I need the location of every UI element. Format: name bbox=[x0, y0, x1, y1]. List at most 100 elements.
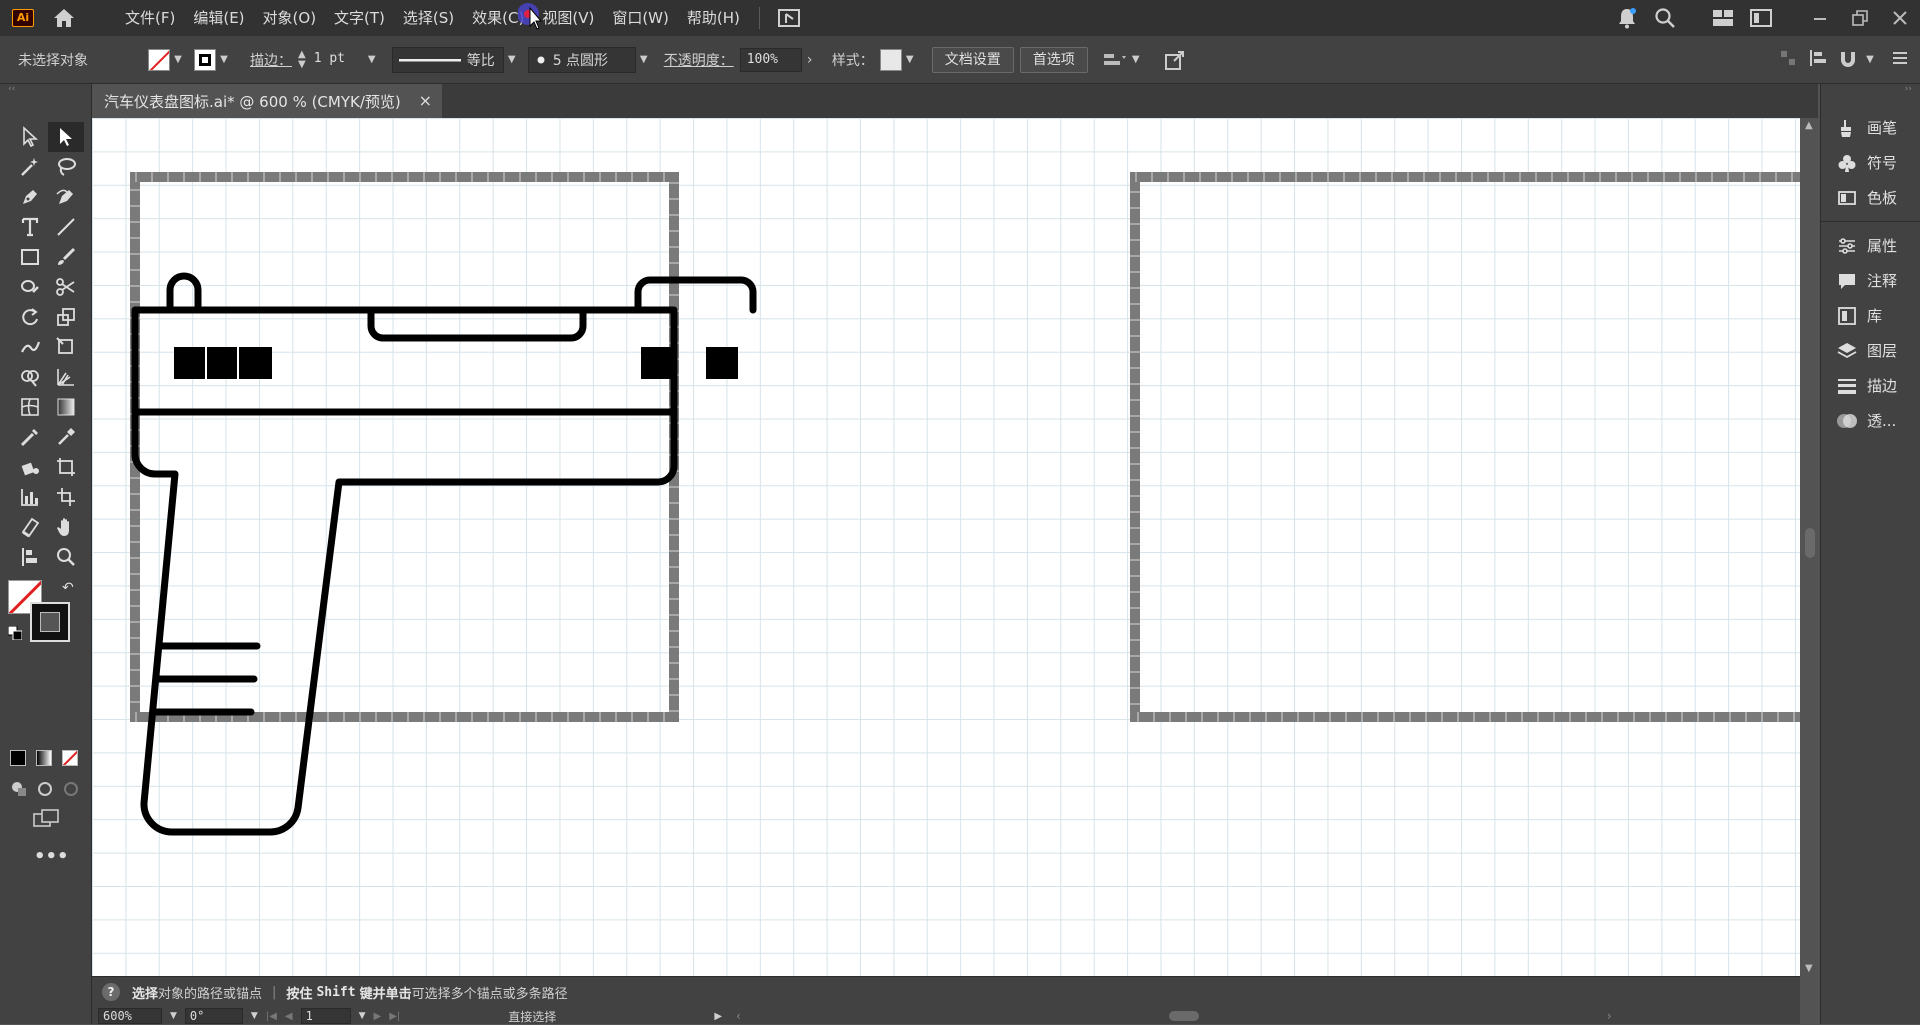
restore-icon[interactable] bbox=[1840, 0, 1880, 36]
gradient-tool-icon[interactable] bbox=[48, 392, 84, 422]
document-tab[interactable]: 汽车仪表盘图标.ai* @ 600 % (CMYK/预览) × bbox=[92, 84, 442, 118]
export-icon[interactable] bbox=[1164, 49, 1186, 71]
panel-swatches[interactable]: 色板 bbox=[1821, 180, 1920, 215]
screen-mode-icon[interactable] bbox=[1746, 3, 1776, 33]
chevron-down-icon[interactable]: ▼ bbox=[170, 54, 186, 65]
slice-tool-icon[interactable] bbox=[48, 482, 84, 512]
align-panel-icon[interactable] bbox=[1808, 48, 1828, 72]
chevron-down-icon[interactable]: ▼ bbox=[170, 1011, 177, 1021]
warp-tool-icon[interactable] bbox=[12, 332, 48, 362]
eraser-tool-icon[interactable] bbox=[12, 512, 48, 542]
search-icon[interactable] bbox=[1650, 3, 1680, 33]
hscroll-right-icon[interactable]: › bbox=[1607, 1009, 1612, 1023]
panel-menu-icon[interactable] bbox=[1892, 51, 1908, 69]
stroke-label[interactable]: 描边： bbox=[250, 50, 292, 70]
panel-comments[interactable]: 注释 bbox=[1821, 263, 1920, 298]
panel-libraries[interactable]: 库 bbox=[1821, 298, 1920, 333]
home-icon[interactable] bbox=[52, 6, 76, 30]
chevron-down-icon[interactable]: ▼ bbox=[636, 54, 652, 65]
graphic-style-swatch[interactable] bbox=[879, 48, 902, 71]
curvature-tool-icon[interactable] bbox=[48, 182, 84, 212]
draw-inside-icon[interactable] bbox=[62, 780, 80, 802]
stroke-weight-input[interactable]: 1 pt bbox=[308, 48, 364, 72]
selection-tool-icon[interactable] bbox=[12, 122, 48, 152]
panel-properties[interactable]: 属性 bbox=[1821, 228, 1920, 263]
menu-window[interactable]: 窗口(W) bbox=[603, 0, 678, 36]
line-tool-icon[interactable] bbox=[48, 212, 84, 242]
chevron-right-icon[interactable]: › bbox=[802, 52, 818, 68]
menu-edit[interactable]: 编辑(E) bbox=[184, 0, 253, 36]
artboard-number-field[interactable]: 1 bbox=[300, 1008, 351, 1024]
brush-definition-dropdown[interactable]: 5 点圆形 bbox=[527, 46, 636, 73]
lasso-tool-icon[interactable] bbox=[48, 152, 84, 182]
close-window-icon[interactable] bbox=[1880, 0, 1920, 36]
minimize-icon[interactable] bbox=[1800, 0, 1840, 36]
arrange-documents-icon[interactable] bbox=[1708, 3, 1738, 33]
change-screen-mode-icon[interactable] bbox=[32, 808, 60, 832]
chevron-down-icon[interactable]: ▼ bbox=[216, 54, 232, 65]
chevron-down-icon[interactable]: ▼ bbox=[1862, 54, 1878, 65]
perspective-grid-tool-icon[interactable] bbox=[48, 362, 84, 392]
paintbrush-tool-icon[interactable] bbox=[48, 242, 84, 272]
free-transform-tool-icon[interactable] bbox=[48, 332, 84, 362]
variable-width-profile-dropdown[interactable]: 等比 bbox=[391, 46, 504, 73]
blend-tool-icon[interactable] bbox=[12, 422, 48, 452]
hand-tool-icon[interactable] bbox=[48, 512, 84, 542]
artboard-canvas[interactable] bbox=[92, 118, 1800, 976]
close-tab-icon[interactable]: × bbox=[419, 84, 432, 118]
preferences-button[interactable]: 首选项 bbox=[1019, 46, 1088, 73]
first-artboard-icon[interactable]: |◀ bbox=[266, 1011, 277, 1022]
scroll-down-icon[interactable]: ▼ bbox=[1805, 963, 1813, 974]
menu-select[interactable]: 选择(S) bbox=[394, 0, 463, 36]
stroke-color-box[interactable] bbox=[30, 602, 70, 642]
chevron-down-icon[interactable]: ▼ bbox=[902, 54, 918, 65]
document-setup-button[interactable]: 文档设置 bbox=[931, 46, 1014, 73]
align-to-tool-icon[interactable] bbox=[12, 542, 48, 572]
panel-layers[interactable]: 图层 bbox=[1821, 333, 1920, 368]
workspace-switcher-icon[interactable] bbox=[774, 3, 804, 33]
help-icon[interactable]: ? bbox=[102, 983, 120, 1001]
none-mode-icon[interactable] bbox=[62, 750, 78, 766]
chevron-down-icon[interactable]: ▼ bbox=[251, 1011, 258, 1021]
chevron-down-icon[interactable]: ▼ bbox=[359, 1011, 366, 1021]
scroll-thumb[interactable] bbox=[1805, 528, 1815, 558]
opacity-input[interactable]: 100% bbox=[739, 47, 802, 72]
notification-bell-icon[interactable] bbox=[1612, 3, 1642, 33]
scroll-up-icon[interactable]: ▲ bbox=[1805, 120, 1813, 131]
shaper-tool-icon[interactable] bbox=[12, 272, 48, 302]
prev-artboard-icon[interactable]: ◀ bbox=[285, 1011, 293, 1022]
menu-file[interactable]: 文件(F) bbox=[116, 0, 184, 36]
snap-magnet-icon[interactable] bbox=[1838, 48, 1858, 72]
rectangle-tool-icon[interactable] bbox=[12, 242, 48, 272]
next-artboard-icon[interactable]: ▶ bbox=[374, 1011, 382, 1022]
panel-collapse-icon[interactable]: ›› bbox=[1821, 84, 1920, 96]
chevron-down-icon[interactable]: ▼ bbox=[1128, 54, 1144, 65]
canvas-artwork[interactable] bbox=[92, 118, 1800, 976]
shape-builder-tool-icon[interactable] bbox=[12, 362, 48, 392]
panel-transparency[interactable]: 透... bbox=[1821, 403, 1920, 438]
eyedropper-tool-icon[interactable] bbox=[48, 422, 84, 452]
gradient-mode-icon[interactable] bbox=[36, 750, 52, 766]
horizontal-scrollbar[interactable] bbox=[749, 1010, 1599, 1022]
artboard-tool-icon[interactable] bbox=[48, 452, 84, 482]
scissors-tool-icon[interactable] bbox=[48, 272, 84, 302]
status-menu-icon[interactable]: ▶ bbox=[714, 1011, 722, 1022]
direct-selection-tool-icon[interactable] bbox=[48, 122, 84, 152]
scale-tool-icon[interactable] bbox=[48, 302, 84, 332]
draw-behind-icon[interactable] bbox=[36, 780, 54, 802]
rotate-tool-icon[interactable] bbox=[12, 302, 48, 332]
hscroll-thumb[interactable] bbox=[1168, 1011, 1199, 1021]
zoom-field[interactable]: 600% bbox=[98, 1008, 162, 1024]
fill-swatch[interactable] bbox=[148, 48, 170, 71]
stroke-stepper-icon[interactable]: ▲ ▼ bbox=[298, 49, 306, 70]
color-mode-icon[interactable] bbox=[10, 750, 26, 766]
live-paint-bucket-tool-icon[interactable] bbox=[12, 452, 48, 482]
align-icon[interactable] bbox=[1102, 50, 1128, 70]
chevron-down-icon[interactable]: ▼ bbox=[504, 54, 520, 65]
zoom-tool-icon[interactable] bbox=[48, 542, 84, 572]
menu-help[interactable]: 帮助(H) bbox=[678, 0, 749, 36]
swap-fill-stroke-icon[interactable]: ↶ bbox=[62, 580, 74, 596]
type-tool-icon[interactable] bbox=[12, 212, 48, 242]
pen-tool-icon[interactable] bbox=[12, 182, 48, 212]
panel-stroke[interactable]: 描边 bbox=[1821, 368, 1920, 403]
